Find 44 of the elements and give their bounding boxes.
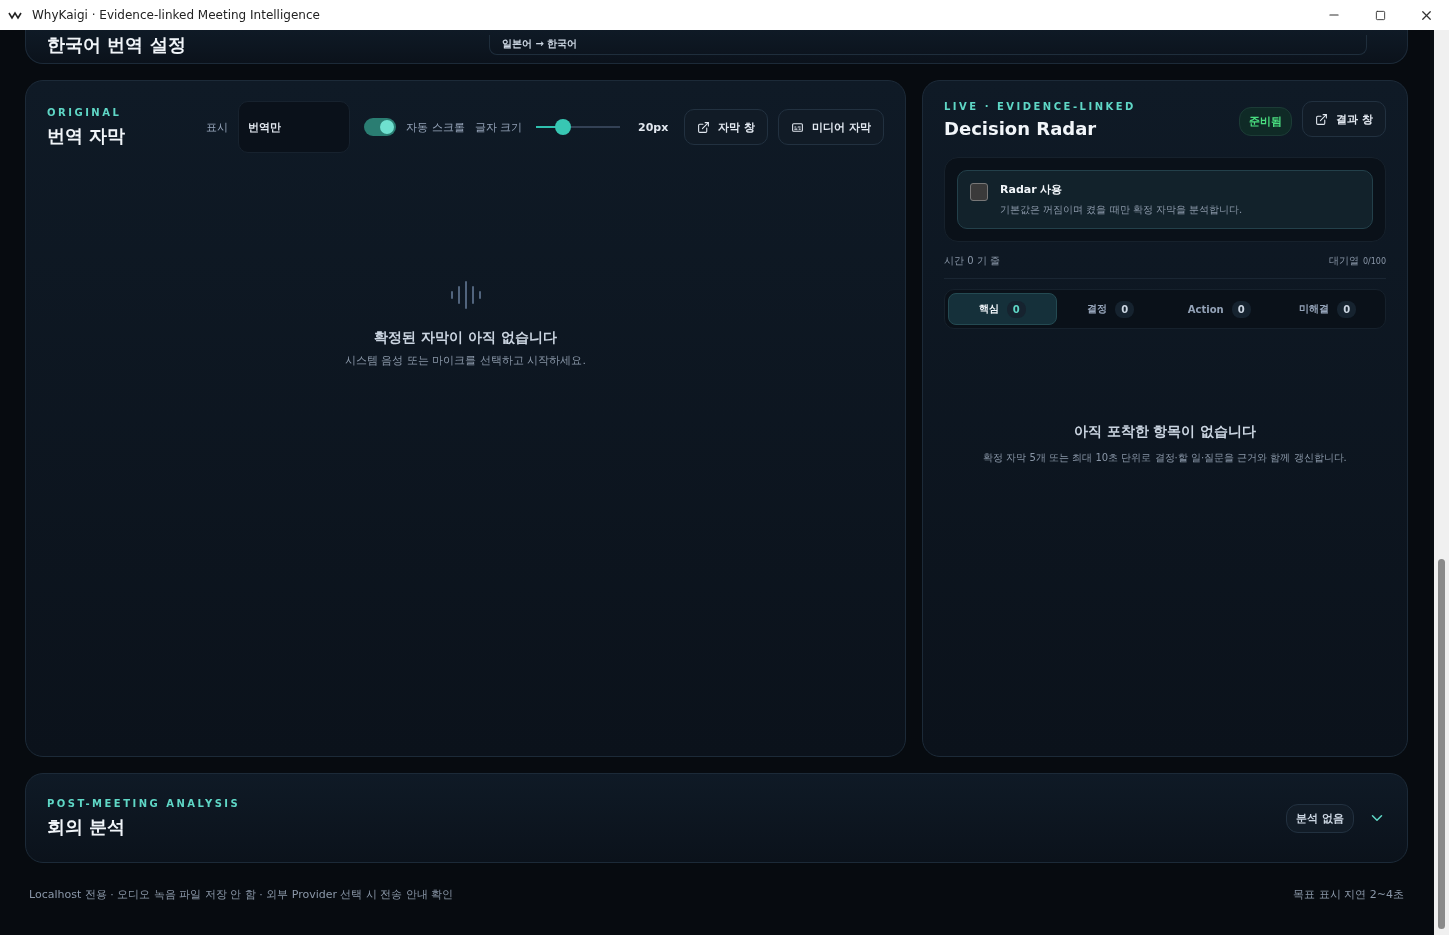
radar-tab[interactable]: 미해결 0 bbox=[1273, 293, 1382, 325]
queue-label: 대기열 bbox=[1328, 254, 1359, 268]
queue-status: 시간 0 기 줄 bbox=[944, 254, 1000, 268]
radar-tab[interactable]: 결정 0 bbox=[1056, 293, 1165, 325]
slider-label: 글자 크기 bbox=[474, 119, 523, 135]
radar-tab[interactable]: Action 0 bbox=[1165, 293, 1274, 325]
empty-title: 아직 포착한 항목이 없습니다 bbox=[1073, 423, 1257, 441]
option-label: Radar 사용 bbox=[1000, 182, 1064, 197]
empty-title: 확정된 자막이 아직 없습니다 bbox=[374, 329, 557, 347]
status-badge: 준비됨 bbox=[1239, 107, 1293, 136]
external-link-icon bbox=[697, 120, 711, 134]
font-size-reading: 20px bbox=[638, 120, 669, 134]
subtitle-window-button[interactable]: 자막 창 bbox=[684, 109, 769, 145]
result-window-button[interactable]: 결과 창 bbox=[1302, 101, 1386, 137]
slider-thumb[interactable] bbox=[554, 119, 571, 135]
sound-wave-icon bbox=[448, 281, 483, 309]
captions-icon bbox=[791, 120, 805, 134]
maximize-icon bbox=[1374, 9, 1386, 21]
language-select[interactable]: 일본어 → 한국어 bbox=[489, 34, 1367, 55]
scrollbar[interactable] bbox=[1434, 30, 1449, 935]
app-logo-icon bbox=[8, 10, 24, 20]
empty-text: 시스템 음성 또는 마이크를 선택하고 시작하세요. bbox=[345, 353, 586, 368]
display-select[interactable]: 번역만 bbox=[238, 101, 351, 153]
section-title: 한국어 번역 설정 bbox=[47, 32, 186, 57]
radar-tab[interactable]: 핵심 0 bbox=[948, 293, 1057, 325]
panel-title: 번역 자막 bbox=[47, 123, 126, 148]
auto-scroll-toggle[interactable] bbox=[364, 118, 397, 136]
display-label: 표시 bbox=[206, 119, 229, 135]
option-description: 기본값은 꺼짐이며 켰을 때만 확정 자막을 분석합니다. bbox=[1000, 203, 1243, 217]
queue-count: 0/100 bbox=[1362, 256, 1386, 266]
panel-title: Decision Radar bbox=[944, 118, 1098, 139]
eyebrow-label: POST-MEETING ANALYSIS bbox=[47, 797, 241, 809]
latency-note: 목표 표시 지연 2~4초 bbox=[1293, 887, 1404, 903]
footer-note: Localhost 전용 · 오디오 녹음 파일 저장 안 함 · 외부 Provider 선택 시 전송 안내 확인 bbox=[29, 887, 454, 903]
toggle-label: 자동 스크롤 bbox=[406, 119, 465, 135]
eyebrow-label: ORIGINAL bbox=[47, 106, 123, 118]
eyebrow-label: LIVE · EVIDENCE-LINKED bbox=[944, 101, 1136, 112]
media-caption-button[interactable]: 미디어 자막 bbox=[778, 109, 884, 145]
window-title: WhyKaigi · Evidence-linked Meeting Intelligence bbox=[32, 8, 320, 22]
external-link-icon bbox=[1315, 112, 1329, 126]
status-badge: 분석 없음 bbox=[1286, 803, 1354, 833]
radar-checkbox[interactable] bbox=[970, 183, 988, 201]
empty-text: 확정 자막 5개 또는 최대 10초 단위로 결정·할 일·질문을 근거와 함께 갱신합니다. bbox=[983, 451, 1347, 465]
panel-title: 회의 분석 bbox=[47, 814, 127, 839]
